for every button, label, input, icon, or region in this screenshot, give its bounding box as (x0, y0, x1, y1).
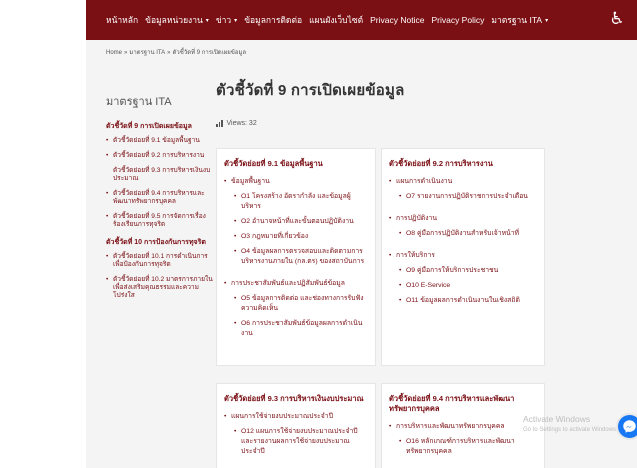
card-list: แผนการใช้จ่ายงบประมาณประจำปี O12 แผนการใ… (224, 412, 368, 457)
card-indicator-9-4: ตัวชี้วัดย่อยที่ 9.4 การบริหารและพัฒนาทร… (381, 383, 545, 468)
card-indicator-9-3: ตัวชี้วัดย่อยที่ 9.3 การบริหารเงินงบประม… (216, 383, 376, 468)
card-title: ตัวชี้วัดย่อยที่ 9.4 การบริหารและพัฒนาทร… (389, 394, 515, 413)
chevron-down-icon: ▾ (234, 17, 238, 24)
sidebar-group-title[interactable]: ตัวชี้วัดที่ 9 การเปิดเผยข้อมูล (106, 122, 214, 131)
sidebar-group-title[interactable]: ตัวชี้วัดที่ 10 การป้องกันการทุจริต (106, 238, 214, 247)
list-item[interactable]: การประชาสัมพันธ์และปฏิสัมพันธ์ข้อมูล (224, 279, 368, 289)
sidebar-title: มาตรฐาน ITA (106, 96, 172, 108)
watermark-line-1: Activate Windows (523, 414, 591, 424)
list-item[interactable]: O11 ข้อมูลผลการดำเนินงานในเชิงสถิติ (389, 296, 537, 306)
sidebar: มาตรฐาน ITA ตัวชี้วัดที่ 9 การเปิดเผยข้อ… (106, 92, 214, 309)
sidebar-group: ตัวชี้วัดที่ 9 การเปิดเผยข้อมูล ตัวชี้วั… (106, 122, 214, 229)
nav-label: หน้าหลัก (106, 15, 139, 25)
list-item[interactable]: O9 คู่มือการให้บริการประชาชน (389, 266, 537, 276)
nav-item-sitemap[interactable]: แผนผังเว็บไซต์ (309, 13, 363, 27)
sidebar-link-9-1[interactable]: ตัวชี้วัดย่อยที่ 9.1 ข้อมูลพื้นฐาน (106, 137, 214, 145)
messenger-glyph-icon (623, 420, 636, 433)
nav-label: Privacy Policy (431, 15, 485, 25)
view-counter: Views: 32 (216, 120, 636, 127)
nav-label: ข้อมูลหน่วยงาน (145, 15, 203, 25)
sidebar-group: ตัวชี้วัดที่ 10 การป้องกันการทุจริต ตัวช… (106, 238, 214, 300)
windows-activation-watermark: Activate Windows Go to Settings to activ… (523, 414, 618, 436)
bar-chart-icon (216, 120, 224, 127)
sidebar-link-9-5[interactable]: ตัวชี้วัดย่อยที่ 9.5 การจัดการเรื่องร้อง… (106, 213, 214, 229)
nav-item-ita[interactable]: มาตรฐาน ITA ▾ (491, 13, 548, 27)
nav-label: ข่าว (215, 15, 232, 25)
top-navigation-bar: หน้าหลัก ข้อมูลหน่วยงาน ▾ ข่าว ▾ ข้อมูลการ… (86, 0, 637, 40)
sidebar-link-9-4[interactable]: ตัวชี้วัดย่อยที่ 9.4 การบริหารและพัฒนาทร… (106, 190, 214, 206)
breadcrumb-separator: » (167, 50, 171, 56)
card-indicator-9-1: ตัวชี้วัดย่อยที่ 9.1 ข้อมูลพื้นฐาน ข้อมู… (216, 148, 376, 366)
card-list: การบริหารและพัฒนาทรัพยากรบุคคล O16 หลักเ… (389, 422, 537, 457)
chevron-down-icon: ▾ (205, 17, 209, 24)
list-item[interactable]: O4 ข้อมูลผลการตรวจสอบและติดตามการบริหารง… (224, 247, 368, 267)
nav-item-contact[interactable]: ข้อมูลการติดต่อ (244, 13, 302, 27)
list-item[interactable]: O12 แผนการใช้จ่ายงบประมาณประจำปี และรายง… (224, 427, 368, 457)
main-content: ตัวชี้วัดที่ 9 การเปิดเผยข้อมูล Views: 3… (216, 78, 636, 468)
list-item[interactable]: O7 รายงานการปฏิบัติราชการประจำเดือน (389, 192, 537, 202)
page-title: ตัวชี้วัดที่ 9 การเปิดเผยข้อมูล (216, 82, 405, 99)
breadcrumb-parent[interactable]: มาตรฐาน ITA (129, 50, 165, 56)
sidebar-link-10-2[interactable]: ตัวชี้วัดย่อยที่ 10.2 มาตรการภายในเพื่อส… (106, 276, 214, 300)
top-nav: หน้าหลัก ข้อมูลหน่วยงาน ▾ ข่าว ▾ ข้อมูลการ… (106, 0, 555, 40)
card-indicator-9-2: ตัวชี้วัดย่อยที่ 9.2 การบริหารงาน แผนการ… (381, 148, 545, 366)
list-item[interactable]: O6 การประชาสัมพันธ์ข้อมูลผลการดำเนินงาน (224, 319, 368, 339)
sidebar-link-9-2[interactable]: ตัวชี้วัดย่อยที่ 9.2 การบริหารงาน (106, 152, 214, 160)
list-item[interactable]: แผนการดำเนินงาน (389, 177, 537, 187)
views-label: Views: 32 (226, 120, 257, 127)
sidebar-link-9-3[interactable]: ตัวชี้วัดย่อยที่ 9.3 การบริหารเงินงบประม… (106, 167, 214, 183)
nav-label: แผนผังเว็บไซต์ (309, 15, 364, 25)
page-frame: หน้าหลัก ข้อมูลหน่วยงาน ▾ ข่าว ▾ ข้อมูลการ… (86, 0, 637, 468)
list-item[interactable]: O1 โครงสร้าง อัตรากำลัง และข้อมูลผู้บริห… (224, 192, 368, 212)
nav-item-agency-info[interactable]: ข้อมูลหน่วยงาน ▾ (145, 13, 209, 27)
list-item[interactable]: การบริหารและพัฒนาทรัพยากรบุคคล (389, 422, 537, 432)
messenger-icon[interactable] (616, 413, 637, 440)
list-item[interactable]: O8 คู่มือการปฏิบัติงานสำหรับเจ้าหน้าที่ (389, 229, 537, 239)
list-item[interactable]: แผนการใช้จ่ายงบประมาณประจำปี (224, 412, 368, 422)
breadcrumb: Home» มาตรฐาน ITA» ตัวชี้วัดที่ 9 การเปิดเ… (106, 47, 246, 57)
list-item[interactable]: การให้บริการ (389, 251, 537, 261)
breadcrumb-current: ตัวชี้วัดที่ 9 การเปิดเผยข้อมูล (172, 50, 247, 56)
list-item[interactable]: การปฏิบัติงาน (389, 214, 537, 224)
chevron-down-icon: ▾ (545, 17, 549, 24)
nav-label: มาตรฐาน ITA (491, 15, 543, 25)
list-item[interactable]: O2 อำนาจหน้าที่และขั้นตอนปฏิบัติงาน (224, 217, 368, 227)
nav-label: Privacy Notice (370, 15, 425, 25)
card-title: ตัวชี้วัดย่อยที่ 9.3 การบริหารเงินงบประม… (224, 394, 364, 403)
nav-item-privacy-notice[interactable]: Privacy Notice (370, 15, 424, 25)
card-list: แผนการดำเนินงาน O7 รายงานการปฏิบัติราชกา… (389, 177, 537, 306)
breadcrumb-separator: » (124, 50, 128, 56)
card-title: ตัวชี้วัดย่อยที่ 9.2 การบริหารงาน (389, 159, 493, 168)
nav-item-news[interactable]: ข่าว ▾ (216, 13, 237, 27)
list-item[interactable]: O16 หลักเกณฑ์การบริหารและพัฒนาทรัพยากรบุ… (389, 437, 537, 457)
nav-item-privacy-policy[interactable]: Privacy Policy (431, 15, 484, 25)
card-title: ตัวชี้วัดย่อยที่ 9.1 ข้อมูลพื้นฐาน (224, 159, 323, 168)
list-item[interactable]: O5 ข้อมูลการติดต่อ และช่องทางการรับฟังคว… (224, 294, 368, 314)
list-item[interactable]: O3 กฎหมายที่เกี่ยวข้อง (224, 232, 368, 242)
nav-item-home[interactable]: หน้าหลัก (106, 13, 138, 27)
nav-label: ข้อมูลการติดต่อ (244, 15, 303, 25)
watermark-line-2: Go to Settings to activate Windows. (523, 427, 618, 433)
card-list: ข้อมูลพื้นฐาน O1 โครงสร้าง อัตรากำลัง แล… (224, 177, 368, 339)
accessibility-icon[interactable]: ♿ (607, 8, 627, 30)
list-item[interactable]: ข้อมูลพื้นฐาน (224, 177, 368, 187)
breadcrumb-home[interactable]: Home (106, 50, 122, 56)
list-item[interactable]: O10 E-Service (389, 281, 537, 291)
sidebar-link-10-1[interactable]: ตัวชี้วัดย่อยที่ 10.1 การดำเนินการเพื่อป… (106, 253, 214, 269)
